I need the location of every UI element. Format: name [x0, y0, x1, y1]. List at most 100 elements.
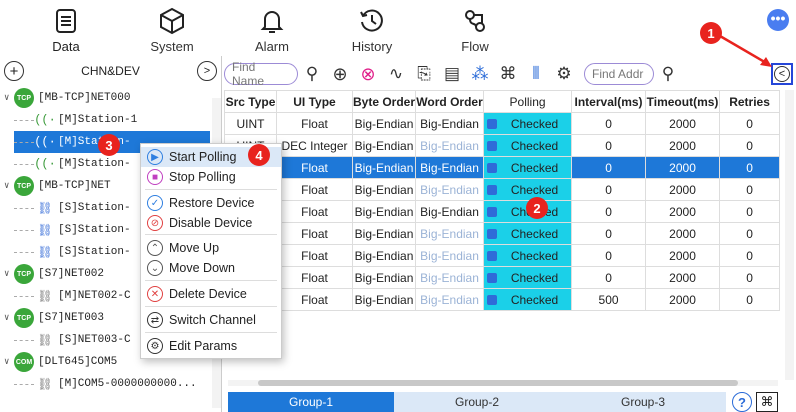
checkbox-icon[interactable]	[487, 251, 498, 261]
table-cell[interactable]: Checked	[483, 244, 573, 267]
table-cell[interactable]: Float	[276, 200, 353, 223]
table-cell[interactable]: DEC Integer	[276, 134, 353, 157]
help-button[interactable]: ?	[732, 392, 752, 412]
menu-item-disable-device[interactable]: ⊘ Disable Device	[141, 213, 281, 233]
table-cell[interactable]: 0	[571, 134, 647, 157]
menu-item-restore-device[interactable]: ✓ Restore Device	[141, 193, 281, 213]
table-cell[interactable]: Big-Endian	[415, 288, 485, 311]
tree-device[interactable]: ⛓ [S]Station-	[14, 241, 131, 263]
tree-device[interactable]: ⛓ [M]NET002-C	[14, 285, 131, 307]
menu-item-stop-polling[interactable]: ■ Stop Polling	[141, 167, 281, 187]
checkbox-icon[interactable]	[487, 207, 498, 217]
table-cell[interactable]: Big-Endian	[415, 134, 485, 157]
table-row[interactable]: FloatBig-EndianBig-EndianChecked020000	[224, 178, 781, 201]
col-header[interactable]: Timeout(ms)	[645, 90, 721, 113]
col-header[interactable]: Byte Order	[351, 90, 417, 113]
find-name-input[interactable]: Find Name	[224, 60, 298, 88]
command-icon[interactable]: ⌘	[496, 62, 520, 86]
tree-channel[interactable]: ∨ TCP [MB-TCP]NET	[4, 175, 111, 197]
checkbox-icon[interactable]	[487, 163, 498, 173]
layout-icon[interactable]: ⌘	[756, 392, 778, 412]
table-row[interactable]: FloatBig-EndianBig-EndianChecked020000	[224, 156, 781, 179]
table-cell[interactable]: 2000	[645, 266, 721, 289]
nodes-icon[interactable]: ⁂	[468, 62, 492, 86]
horizontal-scrollbar[interactable]	[228, 380, 778, 386]
search-icon[interactable]: ⚲	[656, 62, 680, 86]
tree-channel[interactable]: ∨ TCP [S7]NET003	[4, 307, 104, 329]
table-cell[interactable]: 0	[571, 112, 647, 135]
waveform-icon[interactable]: ∿	[384, 62, 408, 86]
table-cell[interactable]: 0	[571, 156, 647, 179]
table-cell[interactable]: Big-Endian	[351, 222, 417, 245]
table-cell[interactable]: 2000	[645, 288, 721, 311]
table-cell[interactable]: 2000	[645, 178, 721, 201]
table-cell[interactable]: 0	[571, 222, 647, 245]
table-cell[interactable]: Float	[276, 112, 353, 135]
add-icon[interactable]: ⊕	[328, 62, 352, 86]
table-cell[interactable]: Big-Endian	[351, 134, 417, 157]
table-cell[interactable]: Checked	[483, 156, 573, 179]
table-row[interactable]: FloatBig-EndianBig-EndianChecked020000	[224, 266, 781, 289]
table-cell[interactable]: 0	[571, 266, 647, 289]
table-row[interactable]: UINTDEC IntegerBig-EndianBig-EndianCheck…	[224, 134, 781, 157]
menu-item-move-up[interactable]: ⌃ Move Up	[141, 238, 281, 258]
nav-tab-alarm[interactable]: Alarm	[250, 0, 294, 56]
table-cell[interactable]: 0	[719, 112, 781, 135]
tab-group-3[interactable]: Group-3	[560, 392, 726, 412]
table-cell[interactable]: 2000	[645, 244, 721, 267]
table-cell[interactable]: 2000	[645, 156, 721, 179]
table-cell[interactable]: Big-Endian	[351, 178, 417, 201]
tree-channel[interactable]: ∨ TCP [S7]NET002	[4, 263, 104, 285]
tree-device[interactable]: ((· [M]Station-	[14, 153, 131, 175]
table-cell[interactable]: Checked	[483, 222, 573, 245]
table-cell[interactable]: 0	[571, 178, 647, 201]
expand-icon[interactable]: >	[197, 61, 217, 81]
nav-tab-flow[interactable]: Flow	[455, 0, 495, 56]
table-cell[interactable]: Checked	[483, 178, 573, 201]
tree-device[interactable]: ⛓ [S]Station-	[14, 219, 131, 241]
table-cell[interactable]: 0	[719, 134, 781, 157]
checkbox-icon[interactable]	[487, 185, 498, 195]
table-cell[interactable]: Big-Endian	[351, 200, 417, 223]
search-icon[interactable]: ⚲	[300, 62, 324, 86]
table-cell[interactable]: 2000	[645, 134, 721, 157]
table-cell[interactable]: 0	[571, 244, 647, 267]
menu-item-switch-channel[interactable]: ⇄ Switch Channel	[141, 310, 281, 330]
add-channel-icon[interactable]: +	[4, 61, 24, 81]
doc-search-icon[interactable]: ⎘	[412, 62, 436, 86]
col-header[interactable]: Retries	[719, 90, 781, 113]
menu-item-delete-device[interactable]: ✕ Delete Device	[141, 284, 281, 304]
table-cell[interactable]: Big-Endian	[415, 112, 485, 135]
table-row[interactable]: FloatBig-EndianBig-EndianChecked020000	[224, 222, 781, 245]
find-addr-input[interactable]: Find Addr	[584, 63, 654, 85]
delete-icon[interactable]: ⊗	[356, 62, 380, 86]
table-cell[interactable]: Checked	[483, 134, 573, 157]
checkbox-icon[interactable]	[487, 229, 498, 239]
checkbox-icon[interactable]	[487, 295, 498, 305]
col-header[interactable]: Word Order	[415, 90, 485, 113]
table-cell[interactable]: Float	[276, 156, 353, 179]
table-cell[interactable]: Checked	[483, 112, 573, 135]
table-cell[interactable]: Checked	[483, 288, 573, 311]
col-header[interactable]: UI Type	[276, 90, 353, 113]
table-cell[interactable]: Big-Endian	[415, 244, 485, 267]
table-cell[interactable]: Checked	[483, 266, 573, 289]
col-header[interactable]: Interval(ms)	[571, 90, 647, 113]
table-row[interactable]: Float Big-Endian Big-Endian Checked 500 2000 0	[224, 288, 781, 311]
table-cell[interactable]: Big-Endian	[415, 178, 485, 201]
table-cell[interactable]: 2000	[645, 112, 721, 135]
document-icon[interactable]: ▤	[440, 62, 464, 86]
scroll-thumb[interactable]	[258, 380, 738, 386]
table-cell[interactable]: Big-Endian	[415, 222, 485, 245]
table-cell[interactable]: 0	[719, 200, 781, 223]
table-cell[interactable]: 0	[719, 266, 781, 289]
table-cell[interactable]: Big-Endian	[351, 288, 417, 311]
table-cell[interactable]: Float	[276, 178, 353, 201]
table-cell[interactable]: Big-Endian	[415, 156, 485, 179]
tree-device[interactable]: ⛓ [M]COM5-0000000000...	[14, 373, 197, 395]
menu-item-edit-params[interactable]: ⚙ Edit Params	[141, 336, 281, 356]
table-cell[interactable]: Big-Endian	[351, 112, 417, 135]
table-cell[interactable]: 2000	[645, 222, 721, 245]
col-header[interactable]: Polling	[483, 90, 573, 113]
table-scrollbar[interactable]	[785, 90, 794, 380]
